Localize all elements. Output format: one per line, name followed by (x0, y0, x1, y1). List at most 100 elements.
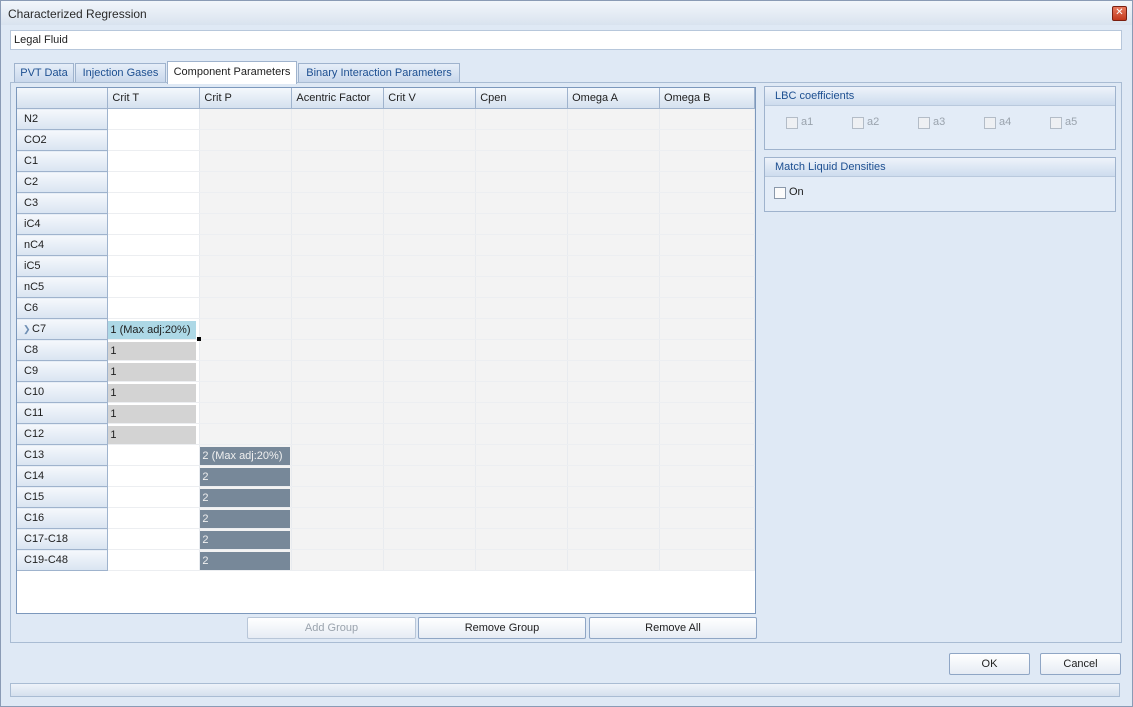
row-header[interactable]: C13 (17, 444, 109, 466)
omega-b-cell[interactable] (659, 213, 755, 235)
acentric-factor-cell[interactable] (291, 171, 385, 193)
table-row[interactable]: ❯ C7 1 (Max adj:20%) (17, 318, 755, 341)
table-row[interactable]: C17-C18 2 (17, 528, 755, 550)
omega-a-cell[interactable] (567, 150, 661, 172)
omega-a-cell[interactable] (567, 360, 661, 382)
crit-p-cell[interactable] (199, 318, 293, 340)
column-header-omega-a[interactable]: Omega A (567, 88, 661, 109)
row-header[interactable]: C16 (17, 507, 109, 529)
acentric-factor-cell[interactable] (291, 297, 385, 319)
cpen-cell[interactable] (475, 444, 569, 466)
crit-v-cell[interactable] (383, 129, 477, 151)
cpen-cell[interactable] (475, 549, 569, 571)
crit-p-cell[interactable]: 2 (199, 528, 293, 550)
omega-a-cell[interactable] (567, 339, 661, 361)
omega-a-cell[interactable] (567, 486, 661, 508)
close-icon[interactable]: ✕ (1112, 6, 1127, 21)
tab-binary-interaction-parameters[interactable]: Binary Interaction Parameters (298, 63, 460, 82)
crit-v-cell[interactable] (383, 234, 477, 256)
crit-p-cell[interactable]: 2 (199, 507, 293, 529)
crit-p-cell[interactable] (199, 255, 293, 277)
omega-b-cell[interactable] (659, 297, 755, 319)
omega-a-cell[interactable] (567, 108, 661, 130)
omega-b-cell[interactable] (659, 339, 755, 361)
crit-v-cell[interactable] (383, 465, 477, 487)
crit-p-cell[interactable] (199, 234, 293, 256)
table-row[interactable]: nC4 (17, 234, 755, 256)
row-header[interactable]: C15 (17, 486, 109, 508)
cpen-cell[interactable] (475, 129, 569, 151)
table-row[interactable]: C9 1 (17, 360, 755, 382)
omega-b-cell[interactable] (659, 171, 755, 193)
omega-b-cell[interactable] (659, 528, 755, 550)
tab-pvt-data[interactable]: PVT Data (14, 63, 74, 82)
crit-v-cell[interactable] (383, 276, 477, 298)
crit-v-cell[interactable] (383, 108, 477, 130)
omega-b-cell[interactable] (659, 318, 755, 340)
omega-a-cell[interactable] (567, 423, 661, 445)
table-row[interactable]: C14 2 (17, 465, 755, 487)
acentric-factor-cell[interactable] (291, 528, 385, 550)
row-header[interactable]: C17-C18 (17, 528, 109, 550)
crit-p-cell[interactable]: 2 (199, 549, 293, 571)
lbc-a3-checkbox[interactable] (918, 117, 930, 129)
acentric-factor-cell[interactable] (291, 465, 385, 487)
crit-p-cell[interactable] (199, 402, 293, 424)
crit-t-cell[interactable] (107, 444, 201, 466)
remove-all-button[interactable]: Remove All (589, 617, 757, 639)
component-parameters-grid[interactable]: Crit T Crit P Acentric Factor Crit V Cpe… (16, 87, 756, 614)
crit-t-cell[interactable] (107, 129, 201, 151)
table-row[interactable]: C2 (17, 171, 755, 193)
cpen-cell[interactable] (475, 528, 569, 550)
omega-b-cell[interactable] (659, 150, 755, 172)
crit-v-cell[interactable] (383, 150, 477, 172)
lbc-a1-checkbox[interactable] (786, 117, 798, 129)
omega-b-cell[interactable] (659, 507, 755, 529)
crit-v-cell[interactable] (383, 423, 477, 445)
crit-t-cell[interactable] (107, 486, 201, 508)
crit-p-cell[interactable] (199, 381, 293, 403)
acentric-factor-cell[interactable] (291, 339, 385, 361)
row-header[interactable]: nC5 (17, 276, 109, 298)
cpen-cell[interactable] (475, 486, 569, 508)
crit-t-cell[interactable] (107, 528, 201, 550)
acentric-factor-cell[interactable] (291, 108, 385, 130)
crit-t-cell[interactable] (107, 108, 201, 130)
cpen-cell[interactable] (475, 465, 569, 487)
row-header[interactable]: C3 (17, 192, 109, 214)
row-header[interactable]: C12 (17, 423, 109, 445)
crit-p-cell[interactable] (199, 276, 293, 298)
table-row[interactable]: C6 (17, 297, 755, 319)
acentric-factor-cell[interactable] (291, 129, 385, 151)
row-header[interactable]: C9 (17, 360, 109, 382)
crit-t-cell[interactable] (107, 549, 201, 571)
row-header[interactable]: C2 (17, 171, 109, 193)
crit-v-cell[interactable] (383, 360, 477, 382)
cpen-cell[interactable] (475, 255, 569, 277)
selection-handle[interactable] (197, 337, 202, 341)
match-on-checkbox[interactable] (774, 187, 786, 199)
cpen-cell[interactable] (475, 381, 569, 403)
row-header[interactable]: CO2 (17, 129, 109, 151)
acentric-factor-cell[interactable] (291, 255, 385, 277)
cpen-cell[interactable] (475, 213, 569, 235)
crit-v-cell[interactable] (383, 507, 477, 529)
table-row[interactable]: iC5 (17, 255, 755, 277)
table-row[interactable]: C10 1 (17, 381, 755, 403)
crit-t-cell[interactable] (107, 234, 201, 256)
row-header[interactable]: C10 (17, 381, 109, 403)
omega-a-cell[interactable] (567, 402, 661, 424)
column-header-crit-v[interactable]: Crit V (383, 88, 477, 109)
crit-p-cell[interactable]: 2 (199, 465, 293, 487)
ok-button[interactable]: OK (949, 653, 1030, 675)
cpen-cell[interactable] (475, 318, 569, 340)
omega-a-cell[interactable] (567, 171, 661, 193)
crit-v-cell[interactable] (383, 486, 477, 508)
column-header-acentric-factor[interactable]: Acentric Factor (291, 88, 385, 109)
table-row[interactable]: CO2 (17, 129, 755, 151)
acentric-factor-cell[interactable] (291, 276, 385, 298)
crit-p-cell[interactable] (199, 150, 293, 172)
crit-t-cell[interactable] (107, 150, 201, 172)
crit-v-cell[interactable] (383, 528, 477, 550)
crit-t-cell[interactable] (107, 297, 201, 319)
